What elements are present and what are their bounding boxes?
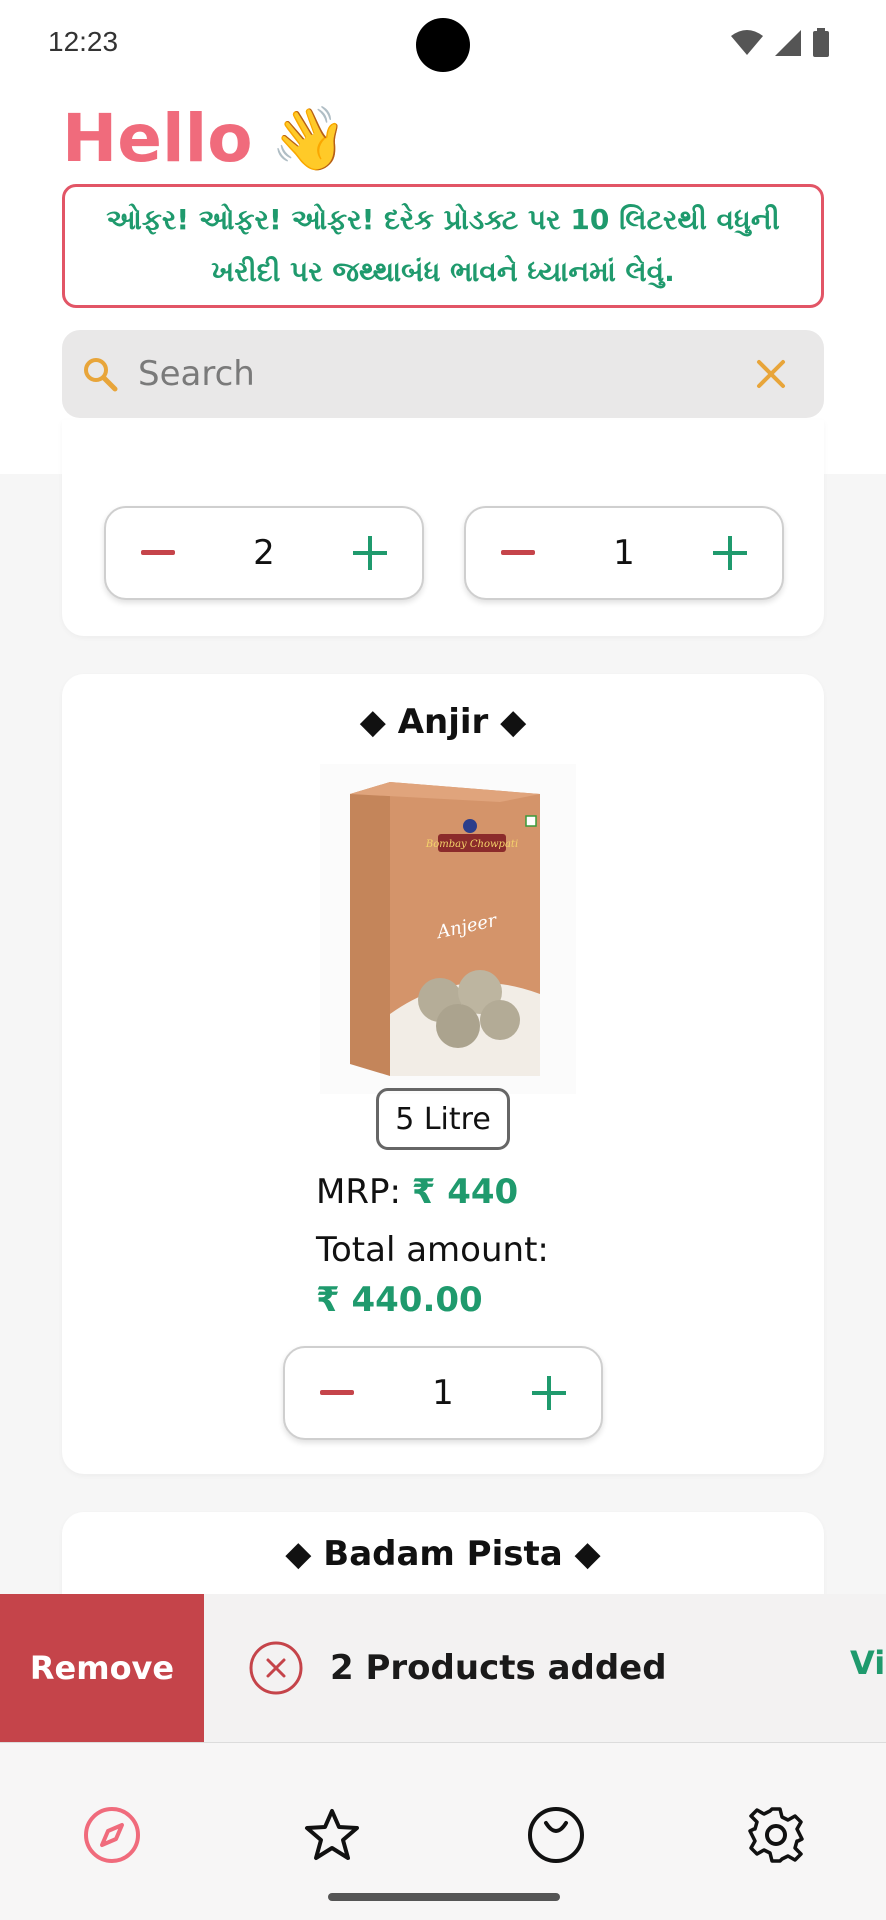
size-badge[interactable]: 5 Litre [376, 1088, 510, 1150]
offer-banner: ઓફર! ઓફર! ઓફર! દરેક પ્રોડક્ટ પર 10 લિટરથ… [62, 184, 824, 308]
nav-orders[interactable] [526, 1805, 586, 1865]
signal-icon [775, 30, 801, 56]
battery-icon [813, 28, 829, 57]
greeting-text: Hello [62, 100, 253, 177]
quantity-stepper: 1 [464, 506, 784, 600]
increase-button[interactable] [348, 531, 392, 575]
decrease-button[interactable] [136, 531, 180, 575]
search-bar [62, 330, 824, 418]
offer-text: ઓફર! ઓફર! ઓફર! દરેક પ્રોડક્ટ પર 10 લિટરથ… [106, 203, 780, 288]
snackbar: Remove 2 Products added View [0, 1594, 886, 1742]
nav-settings[interactable] [746, 1805, 806, 1865]
decrease-button[interactable] [496, 531, 540, 575]
minus-icon [501, 550, 535, 555]
greeting: Hello 👋 [62, 100, 348, 177]
total-amount-label: Total amount: [316, 1230, 549, 1270]
status-icons [730, 28, 830, 58]
mrp-value: ₹ 440 [411, 1172, 519, 1212]
wave-icon: 👋 [270, 101, 348, 175]
mrp-label: MRP: [316, 1172, 401, 1212]
orders-icon [528, 1807, 584, 1863]
camera-cutout [416, 18, 470, 72]
product-image: Bombay Chowpati Anjeer [320, 764, 576, 1094]
minus-icon [141, 550, 175, 555]
search-icon [84, 358, 118, 392]
close-circle-icon[interactable] [248, 1640, 304, 1696]
quantity-value: 1 [432, 1373, 454, 1413]
quantity-stepper: 2 [104, 506, 424, 600]
plus-icon [531, 1376, 566, 1410]
product-card-anjir: ◆ Anjir ◆ Bombay Chowpati Anjeer 5 Litre… [62, 674, 824, 1474]
mrp-row: MRP: ₹ 440 [316, 1172, 518, 1212]
favorites-icon [305, 1809, 359, 1860]
quantity-value: 2 [253, 533, 275, 573]
view-cart-link[interactable]: View [850, 1644, 886, 1682]
brand-text: Bombay Chowpati [425, 839, 518, 850]
bottom-nav [0, 1742, 886, 1920]
search-input[interactable] [138, 344, 754, 404]
wifi-icon [731, 30, 763, 55]
plus-icon [712, 536, 747, 570]
header: Hello 👋 ઓફર! ઓફર! ઓફર! દરેક પ્રોડક્ટ પર … [0, 88, 886, 474]
total-amount-value: ₹ 440.00 [316, 1280, 483, 1320]
clear-search-icon[interactable] [754, 357, 788, 391]
increase-button[interactable] [708, 531, 752, 575]
plus-icon [352, 536, 387, 570]
product-card-previous: 2 1 [62, 420, 824, 636]
product-name: ◆ Badam Pista ◆ [285, 1534, 601, 1574]
increase-button[interactable] [527, 1371, 571, 1415]
snackbar-message: 2 Products added [330, 1648, 667, 1688]
minus-icon [320, 1390, 354, 1395]
product-name: ◆ Anjir ◆ [359, 702, 527, 742]
quantity-stepper: 1 [283, 1346, 603, 1440]
explore-icon [84, 1807, 140, 1863]
home-indicator[interactable] [328, 1893, 560, 1901]
status-bar: 12:23 [0, 0, 886, 88]
nav-favorites[interactable] [302, 1805, 362, 1865]
quantity-value: 1 [613, 533, 635, 573]
settings-icon [748, 1807, 804, 1863]
remove-button[interactable]: Remove [0, 1594, 204, 1742]
status-time: 12:23 [48, 26, 119, 57]
nav-explore[interactable] [82, 1805, 142, 1865]
decrease-button[interactable] [315, 1371, 359, 1415]
